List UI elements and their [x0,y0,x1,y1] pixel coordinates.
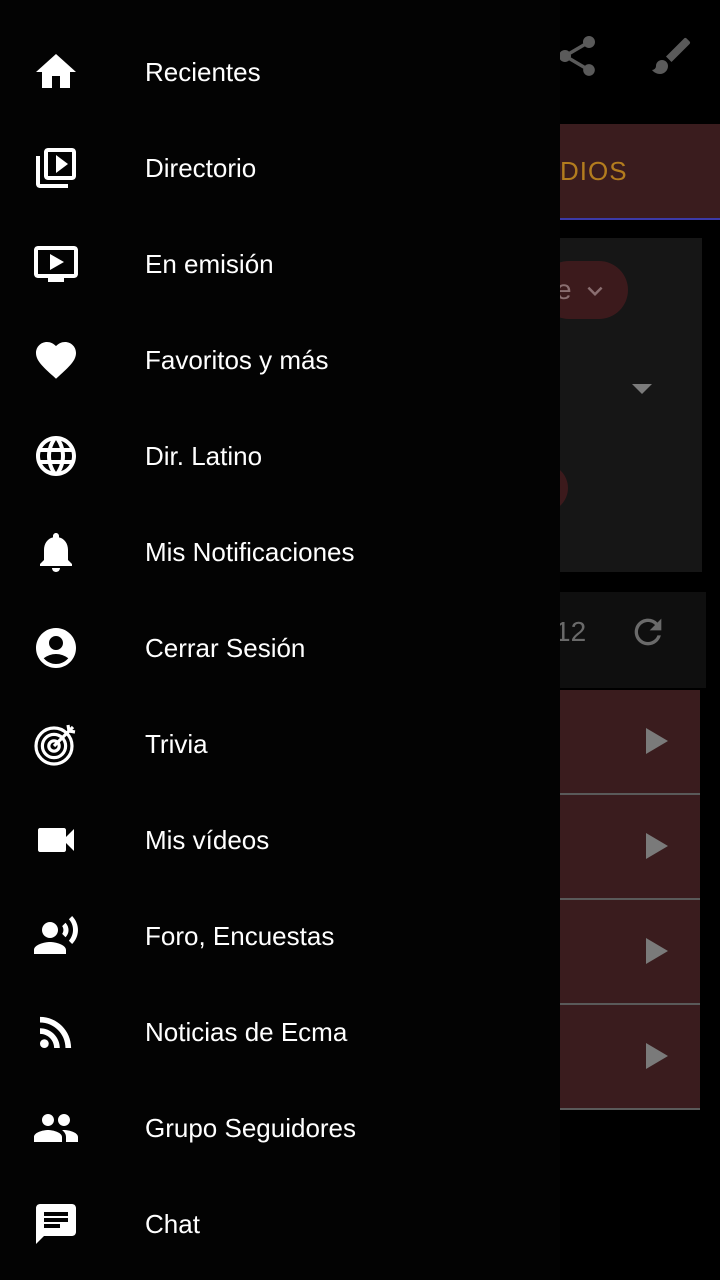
dropdown-arrow-icon[interactable] [632,384,652,394]
rss-feed-icon [32,1008,80,1056]
list-item[interactable] [560,795,700,900]
chevron-down-icon [580,276,610,311]
drawer-item-directorio[interactable]: Directorio [0,120,560,216]
video-library-icon [32,144,80,192]
drawer-item-label: Recientes [145,57,261,87]
play-icon [646,833,668,859]
drawer-item-label: Chat [145,1209,200,1239]
drawer-item-label: Favoritos y más [145,345,329,375]
drawer-item-label: Directorio [145,153,257,183]
chat-icon [32,1200,80,1248]
drawer-item-label: Cerrar Sesión [145,633,306,663]
globe-icon [32,432,80,480]
share-icon[interactable] [553,32,601,80]
drawer-item-label: En emisión [145,249,274,279]
drawer-item-label: Dir. Latino [145,441,263,471]
play-icon [646,728,668,754]
drawer-item-chat[interactable]: Chat [0,1176,560,1272]
drawer-item-foro[interactable]: Foro, Encuestas [0,888,560,984]
drawer-item-label: Noticias de Ecma [145,1017,348,1047]
live-tv-icon [32,240,80,288]
drawer-item-label: Mis vídeos [145,825,270,855]
episode-list [560,690,700,1110]
drawer-item-dir-latino[interactable]: Dir. Latino [0,408,560,504]
refresh-icon[interactable] [628,612,668,657]
brush-icon[interactable] [648,32,696,80]
drawer-menu: Recientes Directorio En emisión Favorito… [0,24,560,1272]
bell-icon [32,528,80,576]
drawer-item-label: Mis Notificaciones [145,537,355,567]
drawer-item-notificaciones[interactable]: Mis Notificaciones [0,504,560,600]
drawer-item-favoritos[interactable]: Favoritos y más [0,312,560,408]
drawer-item-label: Trivia [145,729,208,759]
heart-icon [32,336,80,384]
drawer-item-cerrar-sesion[interactable]: Cerrar Sesión [0,600,560,696]
navigation-drawer: Recientes Directorio En emisión Favorito… [0,0,560,1280]
home-icon [32,48,80,96]
videocam-icon [32,816,80,864]
drawer-item-label: Grupo Seguidores [145,1113,357,1143]
list-item[interactable] [560,900,700,1005]
list-item[interactable] [560,1005,700,1110]
tab-label[interactable]: DIOS [560,156,628,187]
drawer-item-recientes[interactable]: Recientes [0,24,560,120]
drawer-item-label: Foro, Encuestas [145,921,335,951]
drawer-item-trivia[interactable]: Trivia [0,696,560,792]
drawer-item-mis-videos[interactable]: Mis vídeos [0,792,560,888]
play-icon [646,938,668,964]
list-item[interactable] [560,690,700,795]
account-circle-icon [32,624,80,672]
target-icon [32,720,80,768]
record-voice-icon [32,912,80,960]
play-icon [646,1043,668,1069]
drawer-item-en-emision[interactable]: En emisión [0,216,560,312]
drawer-item-noticias[interactable]: Noticias de Ecma [0,984,560,1080]
drawer-item-grupo[interactable]: Grupo Seguidores [0,1080,560,1176]
group-icon [32,1104,80,1152]
